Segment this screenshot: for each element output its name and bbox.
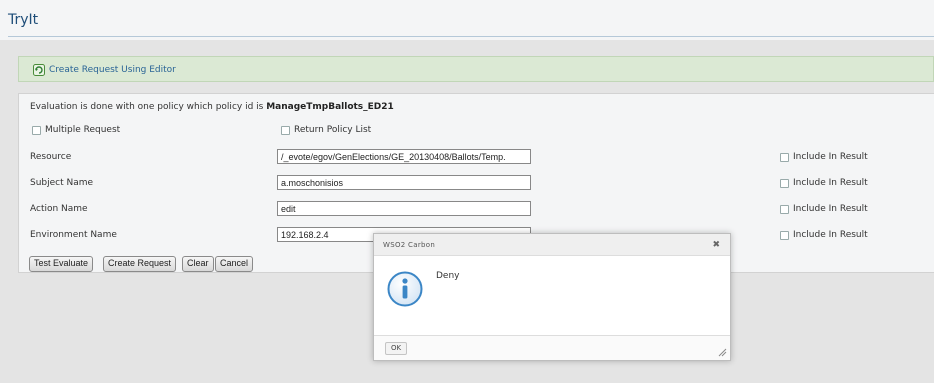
subject-include-option[interactable]: Include In Result (780, 178, 868, 188)
multiple-request-checkbox[interactable] (32, 125, 41, 135)
return-policy-list-checkbox[interactable] (281, 125, 290, 135)
create-request-editor-label: Create Request Using Editor (49, 65, 176, 75)
action-include-checkbox[interactable] (780, 204, 789, 214)
title-divider (8, 36, 934, 37)
evaluation-text: Evaluation is done with one policy which… (30, 102, 267, 112)
evaluation-info: Evaluation is done with one policy which… (30, 102, 394, 112)
action-include-label: Include In Result (793, 204, 868, 214)
subject-name-input[interactable]: a.moschonisios (277, 175, 531, 190)
multiple-request-option[interactable]: Multiple Request (32, 125, 120, 135)
message-dialog: WSO2 Carbon ✖ Deny OK (373, 233, 731, 361)
resource-include-label: Include In Result (793, 152, 868, 162)
dialog-message: Deny (436, 271, 460, 281)
dialog-title-bar[interactable]: WSO2 Carbon ✖ (374, 234, 730, 256)
cancel-button[interactable]: Cancel (215, 256, 254, 272)
resize-handle-icon[interactable] (718, 348, 727, 357)
clear-button[interactable]: Clear (182, 256, 214, 272)
dialog-footer: OK (374, 335, 730, 360)
policy-id: ManageTmpBallots_ED21 (266, 102, 394, 112)
ok-button[interactable]: OK (385, 342, 408, 355)
environment-name-label: Environment Name (30, 230, 117, 240)
dialog-title: WSO2 Carbon (383, 241, 436, 249)
environment-include-checkbox[interactable] (780, 230, 789, 240)
create-request-button[interactable]: Create Request (103, 256, 177, 272)
subject-include-checkbox[interactable] (780, 178, 789, 188)
close-icon[interactable]: ✖ (712, 240, 720, 250)
info-icon (387, 271, 423, 307)
subject-name-label: Subject Name (30, 178, 94, 188)
resource-include-checkbox[interactable] (780, 152, 789, 162)
test-evaluate-button[interactable]: Test Evaluate (29, 256, 94, 272)
editor-bar: Create Request Using Editor (18, 56, 934, 82)
refresh-icon (33, 64, 45, 76)
resource-include-option[interactable]: Include In Result (780, 152, 868, 162)
return-policy-list-option[interactable]: Return Policy List (281, 125, 371, 135)
page-title: TryIt (8, 12, 39, 28)
return-policy-list-label: Return Policy List (294, 125, 372, 135)
environment-include-label: Include In Result (793, 230, 868, 240)
action-name-input[interactable]: edit (277, 201, 531, 216)
resource-input[interactable]: /_evote/egov/GenElections/GE_20130408/Ba… (277, 149, 531, 164)
multiple-request-label: Multiple Request (45, 125, 121, 135)
resource-label: Resource (30, 152, 72, 162)
page-header: TryIt (0, 0, 934, 40)
create-request-editor-link[interactable]: Create Request Using Editor (33, 64, 176, 76)
subject-include-label: Include In Result (793, 178, 868, 188)
action-include-option[interactable]: Include In Result (780, 204, 868, 214)
action-name-label: Action Name (30, 204, 88, 214)
environment-include-option[interactable]: Include In Result (780, 230, 868, 240)
